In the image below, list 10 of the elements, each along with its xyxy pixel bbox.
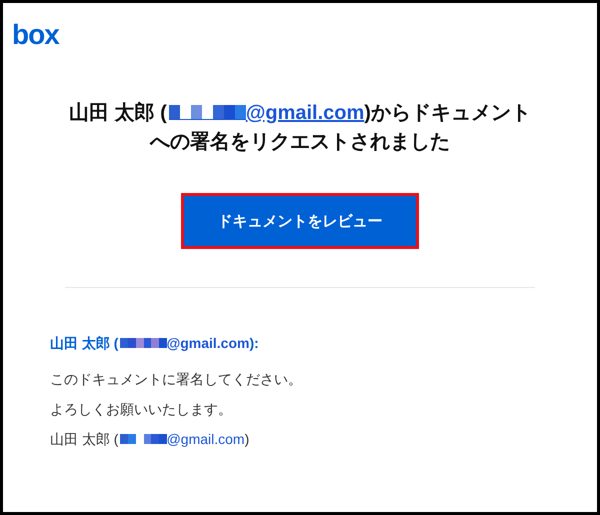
message-text: よろしくお願いいたします。 bbox=[50, 401, 233, 417]
message-text: このドキュメントに署名してください。 bbox=[50, 371, 303, 387]
email-link[interactable]: @gmail.com bbox=[166, 431, 245, 447]
heading-text: 山田 太郎 ( @gmail.com)からドキュメント への署名をリクエストされました bbox=[68, 100, 532, 155]
box-logo: box bbox=[12, 21, 59, 49]
email-link[interactable]: @gmail.com bbox=[246, 102, 364, 124]
signature-text: 山田 太郎 ( @gmail.com) bbox=[50, 431, 250, 447]
greeting-text: 山田 太郎 ( @gmail.com): bbox=[50, 335, 260, 353]
review-button[interactable]: ドキュメントをレビュー bbox=[181, 193, 419, 249]
email-link[interactable]: @gmail.com bbox=[166, 335, 250, 351]
